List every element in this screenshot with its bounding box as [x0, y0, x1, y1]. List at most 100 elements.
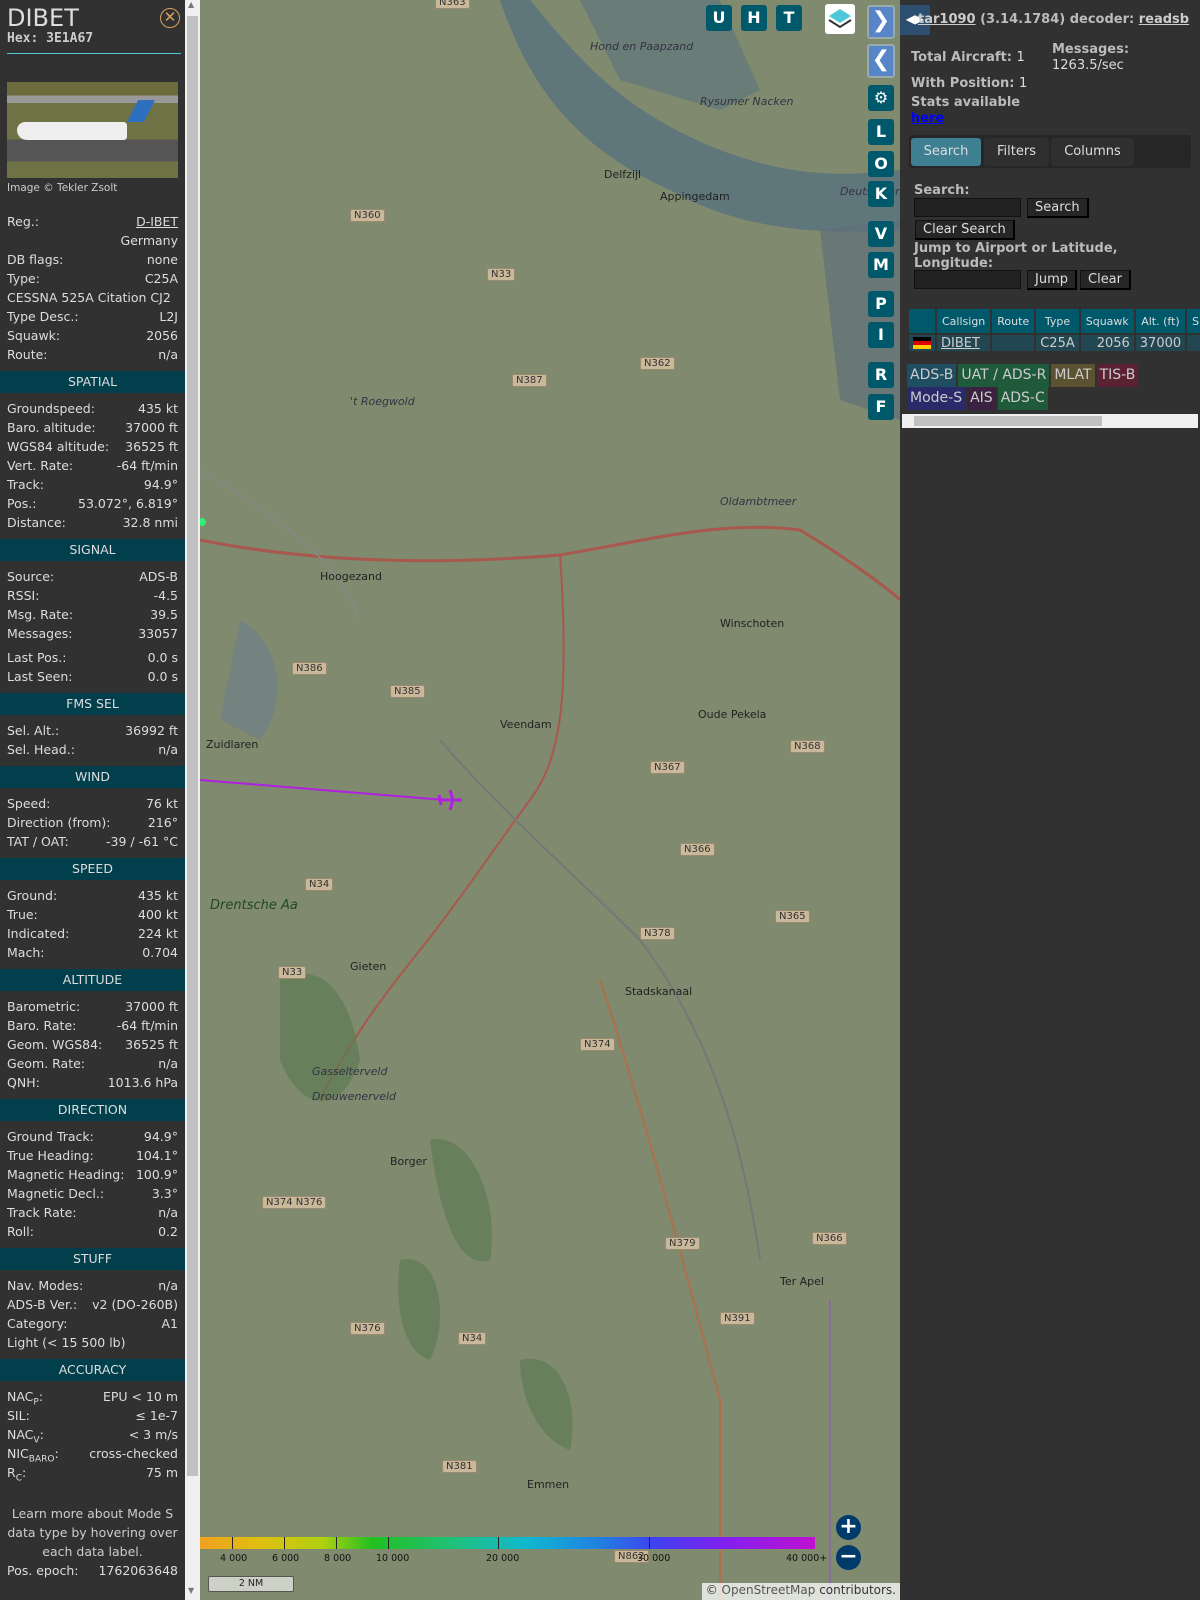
detail-value[interactable]: D-IBET — [136, 212, 178, 231]
map-button-r[interactable]: R — [868, 362, 894, 388]
detail-label[interactable]: Speed: — [7, 794, 50, 813]
map-button-f[interactable]: F — [868, 394, 894, 420]
detail-label[interactable]: Sel. Head.: — [7, 740, 75, 759]
column-header-route[interactable]: Route — [992, 309, 1035, 333]
collapse-panel-button[interactable]: ❮ — [867, 44, 895, 78]
layers-button[interactable] — [825, 4, 855, 34]
map[interactable]: Delfzijl Appingedam Hoogezand Winschoten Vee… — [200, 0, 900, 1600]
map-button-o[interactable]: O — [868, 151, 894, 177]
detail-label[interactable]: Reg.: — [7, 212, 39, 231]
map-button-u[interactable]: U — [706, 5, 732, 31]
detail-label[interactable]: NACP: — [7, 1387, 43, 1408]
detail-label[interactable]: Last Seen: — [7, 667, 72, 686]
column-header-callsign[interactable]: Callsign — [937, 309, 991, 333]
detail-label[interactable]: Direction (from): — [7, 813, 111, 832]
detail-label[interactable]: TAT / OAT: — [7, 832, 69, 851]
map-button-i[interactable]: I — [868, 322, 894, 348]
detail-label[interactable]: Barometric: — [7, 997, 80, 1016]
tab-columns[interactable]: Columns — [1051, 138, 1134, 166]
detail-label[interactable]: Roll: — [7, 1222, 34, 1241]
detail-label[interactable]: Geom. WGS84: — [7, 1035, 102, 1054]
detail-label[interactable]: WGS84 altitude: — [7, 437, 109, 456]
detail-label[interactable]: Type: — [7, 269, 40, 288]
detail-scrollbar[interactable]: ▲ ▼ — [185, 0, 200, 1600]
zoom-in-button[interactable]: + — [836, 1515, 861, 1540]
map-button-h[interactable]: H — [741, 5, 767, 31]
map-button-t[interactable]: T — [776, 5, 802, 31]
detail-label[interactable]: Last Pos.: — [7, 648, 66, 667]
detail-label[interactable]: Ground Track: — [7, 1127, 94, 1146]
stats-link[interactable]: here — [911, 111, 944, 126]
detail-label[interactable]: Messages: — [7, 624, 73, 643]
detail-label[interactable]: QNH: — [7, 1073, 40, 1092]
search-input[interactable] — [914, 198, 1021, 217]
column-header-squawk[interactable]: Squawk — [1080, 309, 1134, 333]
detail-label[interactable]: True: — [7, 905, 38, 924]
detail-label[interactable]: Msg. Rate: — [7, 605, 73, 624]
column-header-altft[interactable]: Alt. (ft) — [1135, 309, 1186, 333]
detail-label[interactable]: Ground: — [7, 886, 57, 905]
map-button-k[interactable]: K — [868, 181, 894, 207]
detail-label[interactable]: ADS-B Ver.: — [7, 1295, 77, 1314]
detail-label[interactable]: SIL: — [7, 1406, 30, 1425]
table-horizontal-scrollbar[interactable] — [902, 414, 1198, 428]
detail-label[interactable]: Track: — [7, 475, 44, 494]
tab-search[interactable]: Search — [911, 138, 981, 166]
detail-label[interactable]: Magnetic Heading: — [7, 1165, 124, 1184]
detail-label[interactable]: Baro. Rate: — [7, 1016, 76, 1035]
column-header-spd[interactable]: Spd. — [1187, 309, 1200, 333]
tab-filters[interactable]: Filters — [984, 138, 1049, 166]
town-label: Oude Pekela — [698, 708, 767, 721]
detail-label[interactable]: Source: — [7, 567, 54, 586]
detail-label[interactable]: Indicated: — [7, 924, 69, 943]
detail-label[interactable]: NICBARO: — [7, 1444, 59, 1465]
detail-label[interactable]: Category: — [7, 1314, 67, 1333]
zoom-out-button[interactable]: − — [836, 1545, 861, 1570]
detail-label[interactable]: Baro. altitude: — [7, 418, 96, 437]
settings-button[interactable]: ⚙ — [868, 85, 894, 111]
tar1090-link[interactable]: tar1090 — [918, 12, 976, 27]
detail-row: Mach: 0.704 — [0, 943, 185, 962]
road-label: N360 — [350, 209, 385, 222]
expand-panel-button[interactable]: ❯ — [867, 5, 895, 39]
detail-label[interactable]: Nav. Modes: — [7, 1276, 83, 1295]
aircraft-photo[interactable] — [7, 82, 178, 178]
detail-label[interactable]: Sel. Alt.: — [7, 721, 59, 740]
detail-label[interactable]: True Heading: — [7, 1146, 94, 1165]
detail-label[interactable]: RSSI: — [7, 586, 39, 605]
detail-label[interactable]: Magnetic Decl.: — [7, 1184, 104, 1203]
table-row[interactable]: DIBET C25A 2056 37000 — [909, 333, 1200, 351]
detail-label[interactable]: Geom. Rate: — [7, 1054, 85, 1073]
clear-button[interactable]: Clear — [1080, 270, 1131, 290]
clear-search-button[interactable]: Clear Search — [915, 220, 1015, 240]
detail-label[interactable]: Type Desc.: — [7, 307, 79, 326]
map-button-l[interactable]: L — [868, 119, 894, 145]
detail-label[interactable]: DB flags: — [7, 250, 63, 269]
jump-input[interactable] — [914, 270, 1021, 289]
detail-label[interactable]: Pos.: — [7, 494, 36, 513]
map-button-m[interactable]: M — [868, 252, 894, 278]
detail-row: Type: C25A — [0, 269, 185, 288]
detail-label[interactable]: Distance: — [7, 513, 66, 532]
osm-link[interactable]: OpenStreetMap — [722, 1583, 816, 1597]
detail-label[interactable]: RC: — [7, 1463, 26, 1484]
detail-label[interactable]: NACV: — [7, 1425, 44, 1446]
callsign-cell[interactable]: DIBET — [937, 333, 991, 351]
search-button[interactable]: Search — [1027, 198, 1089, 218]
map-button-v[interactable]: V — [868, 221, 894, 247]
detail-label[interactable]: Groundspeed: — [7, 399, 95, 418]
forest — [430, 1139, 492, 1262]
detail-label[interactable]: Vert. Rate: — [7, 456, 73, 475]
detail-label[interactable]: Track Rate: — [7, 1203, 77, 1222]
town-label: Oldambtmeer — [720, 495, 797, 508]
detail-label[interactable]: Mach: — [7, 943, 44, 962]
detail-label[interactable]: Squawk: — [7, 326, 60, 345]
jump-button[interactable]: Jump — [1027, 270, 1077, 290]
detail-label[interactable]: Pos. epoch: — [7, 1561, 78, 1580]
column-header-flag[interactable] — [909, 309, 935, 333]
close-icon[interactable]: ✕ — [160, 8, 180, 28]
decoder-link[interactable]: readsb — [1139, 12, 1189, 27]
column-header-type[interactable]: Type — [1036, 309, 1079, 333]
detail-label[interactable]: Route: — [7, 345, 48, 364]
map-button-p[interactable]: P — [868, 291, 894, 317]
